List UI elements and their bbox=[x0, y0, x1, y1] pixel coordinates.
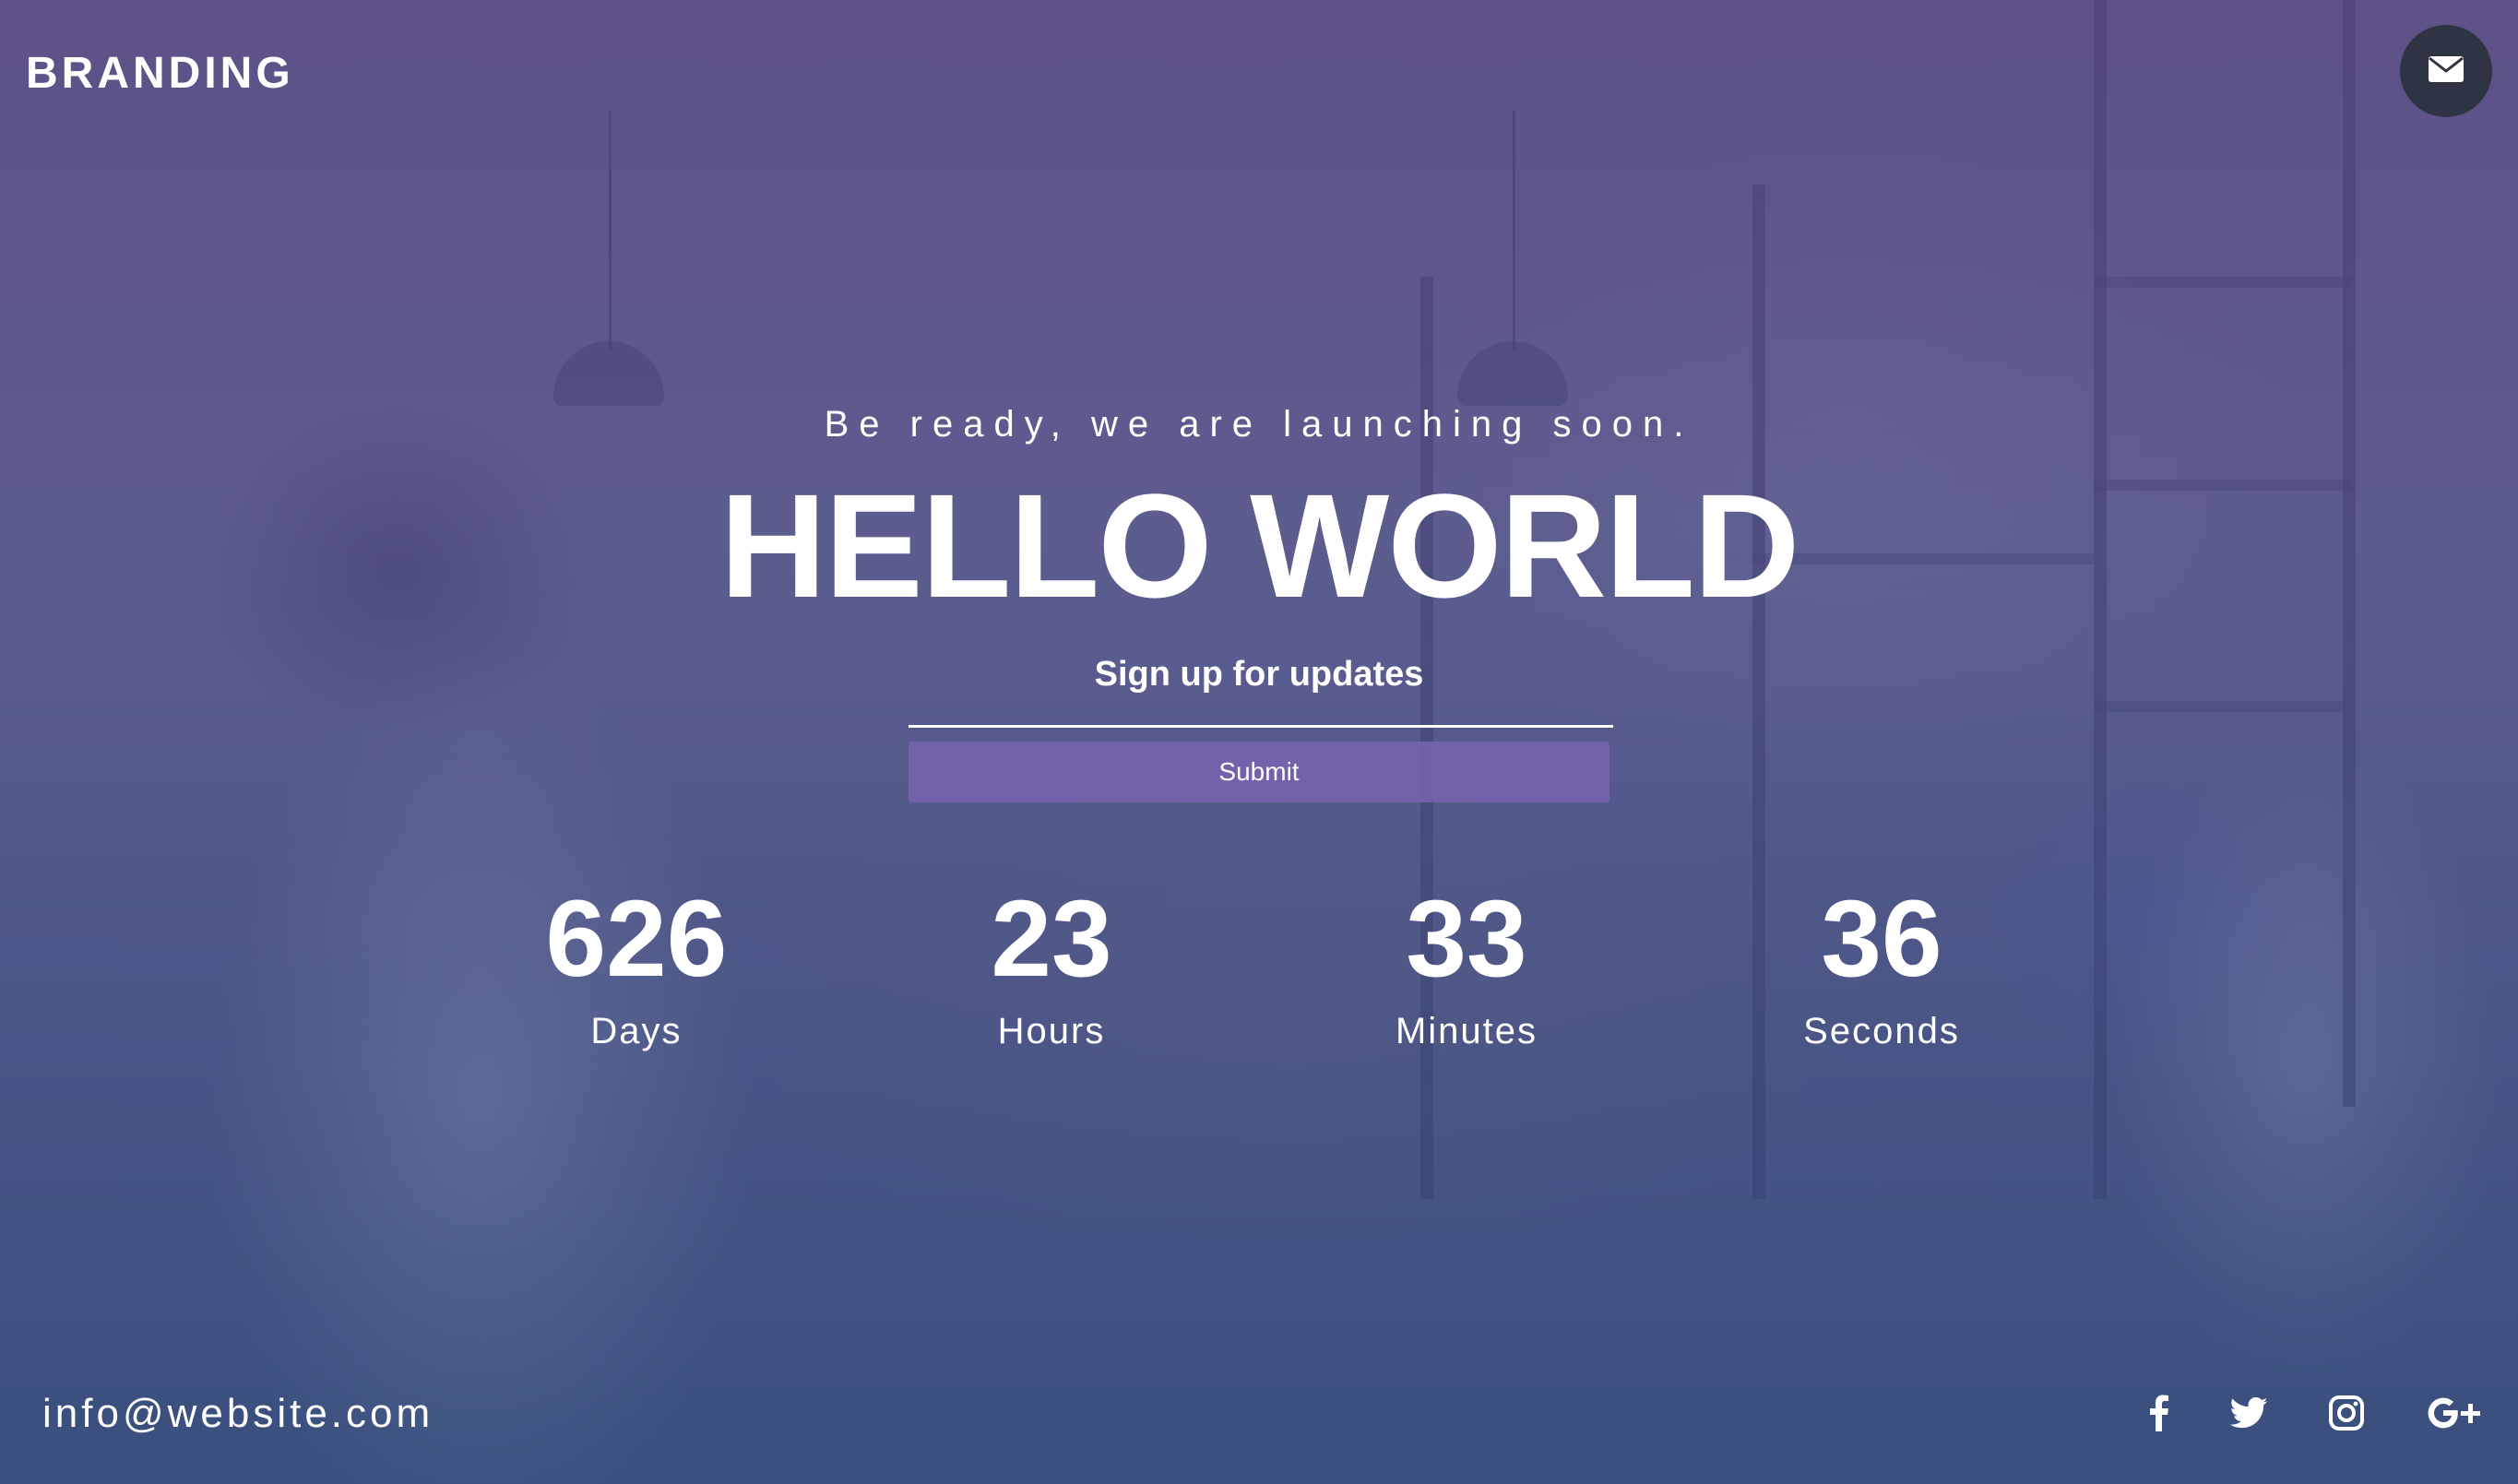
twitter-icon bbox=[2229, 1396, 2268, 1433]
countdown-unit: Days bbox=[590, 1011, 683, 1051]
page-title: HELLO WORLD bbox=[719, 463, 1800, 628]
contact-button[interactable] bbox=[2400, 25, 2492, 117]
signup-label: Sign up for updates bbox=[1094, 655, 1424, 694]
launch-tagline: Be ready, we are launching soon. bbox=[824, 404, 1694, 445]
brand-logo[interactable]: BRANDING bbox=[26, 48, 294, 99]
countdown-unit: Hours bbox=[997, 1011, 1106, 1051]
instagram-icon bbox=[2329, 1395, 2364, 1435]
twitter-link[interactable] bbox=[2221, 1387, 2276, 1442]
countdown-value: 23 bbox=[991, 878, 1112, 1000]
countdown-seconds: 36 Seconds bbox=[1734, 874, 2029, 1052]
coming-soon-page: BRANDING Be ready, we are launching soon… bbox=[0, 0, 2518, 1484]
countdown-days: 626 Days bbox=[489, 874, 784, 1052]
submit-button[interactable]: Submit bbox=[909, 742, 1609, 802]
countdown-minutes: 33 Minutes bbox=[1319, 874, 1614, 1052]
page-content: BRANDING Be ready, we are launching soon… bbox=[0, 0, 2518, 1484]
google-plus-link[interactable] bbox=[2422, 1387, 2487, 1442]
countdown-hours: 23 Hours bbox=[904, 874, 1199, 1052]
footer-email-link[interactable]: info@website.com bbox=[42, 1391, 434, 1437]
countdown-value: 33 bbox=[1406, 878, 1527, 1000]
email-field[interactable] bbox=[909, 694, 1613, 728]
envelope-icon bbox=[2428, 55, 2465, 88]
instagram-link[interactable] bbox=[2319, 1387, 2374, 1442]
countdown-unit: Minutes bbox=[1395, 1011, 1538, 1051]
countdown-value: 36 bbox=[1821, 878, 1942, 1000]
countdown-value: 626 bbox=[545, 878, 728, 1000]
countdown-unit: Seconds bbox=[1803, 1011, 1960, 1051]
google-plus-icon bbox=[2428, 1397, 2481, 1433]
facebook-icon bbox=[2149, 1395, 2169, 1436]
facebook-link[interactable] bbox=[2132, 1387, 2187, 1442]
